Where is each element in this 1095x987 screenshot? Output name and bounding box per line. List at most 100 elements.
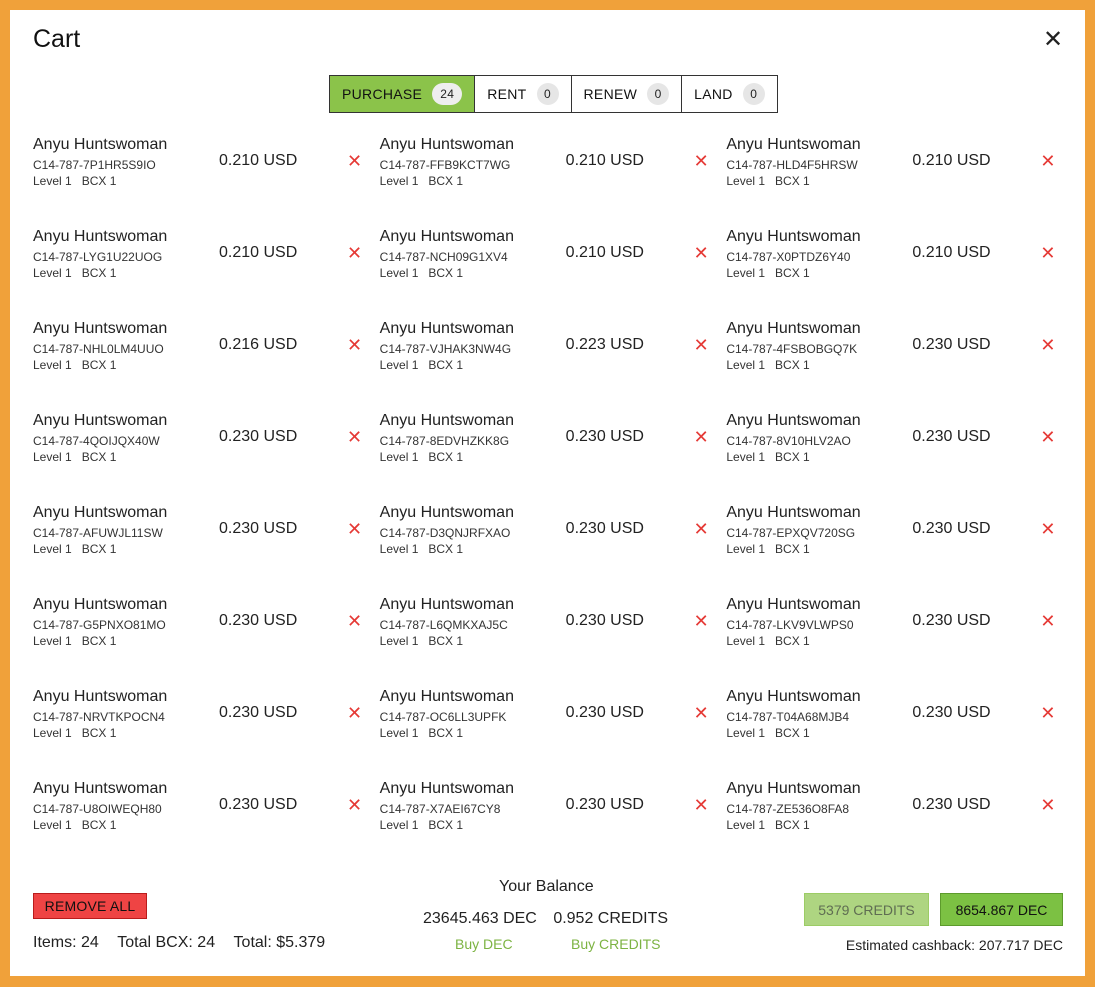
remove-item-icon[interactable]: ✕ bbox=[694, 152, 709, 170]
item-level: Level 1 bbox=[726, 174, 766, 188]
remove-item-icon[interactable]: ✕ bbox=[1040, 796, 1055, 814]
item-price: 0.230 USD bbox=[565, 428, 644, 445]
cart-row: Anyu Huntswoman C14-787-AFUWJL11SW Level 1… bbox=[33, 498, 1073, 590]
cart-item: Anyu Huntswoman C14-787-VJHAK3NW4G Level 1… bbox=[380, 314, 727, 406]
item-card-id: C14-787-T04A68MJB4 bbox=[726, 710, 850, 724]
item-price: 0.230 USD bbox=[912, 796, 991, 813]
item-meta: Level 1 BCX 1 bbox=[33, 266, 116, 280]
item-name: Anyu Huntswoman bbox=[379, 504, 514, 521]
remove-item-icon[interactable]: ✕ bbox=[694, 796, 709, 814]
item-price: 0.223 USD bbox=[565, 336, 644, 353]
item-name: Anyu Huntswoman bbox=[33, 688, 168, 705]
item-level: Level 1 bbox=[726, 634, 766, 648]
item-meta: Level 1 BCX 1 bbox=[380, 358, 463, 372]
remove-item-icon[interactable]: ✕ bbox=[1040, 612, 1055, 630]
item-bcx: BCX 1 bbox=[775, 266, 810, 280]
item-card-id: C14-787-EPXQV720SG bbox=[726, 526, 856, 540]
credits-balance: 0.952 CREDITS bbox=[553, 910, 669, 927]
remove-item-icon[interactable]: ✕ bbox=[694, 336, 709, 354]
tab-land[interactable]: LAND 0 bbox=[681, 75, 778, 113]
buy-credits-link[interactable]: Buy CREDITS bbox=[571, 936, 660, 952]
remove-item-icon[interactable]: ✕ bbox=[694, 520, 709, 538]
remove-item-icon[interactable]: ✕ bbox=[347, 244, 362, 262]
pay-with-dec-button[interactable]: 8654.867 DEC bbox=[940, 893, 1063, 926]
cart-item: Anyu Huntswoman C14-787-AFUWJL11SW Level 1… bbox=[33, 498, 380, 590]
cart-row: Anyu Huntswoman C14-787-U8OIWEQH80 Level 1… bbox=[33, 774, 1073, 866]
remove-item-icon[interactable]: ✕ bbox=[347, 520, 362, 538]
item-price: 0.230 USD bbox=[219, 796, 298, 813]
item-level: Level 1 bbox=[33, 726, 72, 740]
cart-item: Anyu Huntswoman C14-787-HLD4F5HRSW Level 1… bbox=[726, 130, 1073, 222]
item-card-id: C14-787-LKV9VLWPS0 bbox=[726, 618, 854, 632]
remove-item-icon[interactable]: ✕ bbox=[1040, 244, 1055, 262]
tab-count-badge: 0 bbox=[647, 83, 670, 105]
item-level: Level 1 bbox=[33, 634, 72, 648]
item-level: Level 1 bbox=[33, 358, 72, 372]
item-bcx: BCX 1 bbox=[428, 634, 464, 648]
remove-item-icon[interactable]: ✕ bbox=[347, 152, 362, 170]
item-bcx: BCX 1 bbox=[81, 266, 117, 280]
item-bcx: BCX 1 bbox=[775, 726, 810, 740]
item-meta: Level 1 BCX 1 bbox=[726, 174, 809, 188]
item-card-id: C14-787-8EDVHZKK8G bbox=[379, 434, 510, 448]
item-bcx: BCX 1 bbox=[428, 266, 464, 280]
item-level: Level 1 bbox=[379, 634, 419, 648]
remove-item-icon[interactable]: ✕ bbox=[694, 244, 709, 262]
item-bcx: BCX 1 bbox=[81, 634, 117, 648]
item-name: Anyu Huntswoman bbox=[726, 596, 861, 613]
tab-label: LAND bbox=[694, 86, 733, 102]
item-meta: Level 1 BCX 1 bbox=[33, 450, 116, 464]
item-bcx: BCX 1 bbox=[81, 726, 117, 740]
cart-tabs: PURCHASE 24 RENT 0 RENEW 0 LAND 0 bbox=[329, 75, 778, 113]
item-price: 0.230 USD bbox=[219, 520, 298, 537]
item-level: Level 1 bbox=[379, 818, 419, 832]
remove-item-icon[interactable]: ✕ bbox=[694, 704, 709, 722]
cart-summary: Items: 24 Total BCX: 24 Total: $5.379 bbox=[33, 934, 325, 952]
item-meta: Level 1 BCX 1 bbox=[726, 450, 809, 464]
buy-dec-link[interactable]: Buy DEC bbox=[455, 936, 513, 952]
remove-item-icon[interactable]: ✕ bbox=[347, 704, 362, 722]
item-price: 0.230 USD bbox=[219, 612, 298, 629]
tab-renew[interactable]: RENEW 0 bbox=[570, 75, 683, 113]
cart-item: Anyu Huntswoman C14-787-4QOIJQX40W Level 1… bbox=[33, 406, 380, 498]
item-card-id: C14-787-HLD4F5HRSW bbox=[726, 158, 858, 172]
item-bcx: BCX 1 bbox=[428, 726, 464, 740]
dec-balance: 23645.463 DEC bbox=[423, 910, 537, 927]
remove-item-icon[interactable]: ✕ bbox=[1040, 704, 1055, 722]
item-bcx: BCX 1 bbox=[428, 542, 464, 556]
item-bcx: BCX 1 bbox=[428, 358, 464, 372]
cart-item: Anyu Huntswoman C14-787-D3QNJRFXAO Level 1… bbox=[380, 498, 727, 590]
item-card-id: C14-787-8V10HLV2AO bbox=[726, 434, 851, 448]
remove-item-icon[interactable]: ✕ bbox=[694, 428, 709, 446]
pay-with-credits-button[interactable]: 5379 CREDITS bbox=[804, 893, 929, 926]
close-icon[interactable]: ✕ bbox=[1041, 28, 1065, 52]
cart-row: Anyu Huntswoman C14-787-7P1HR5S9IO Level 1… bbox=[33, 130, 1073, 222]
item-bcx: BCX 1 bbox=[81, 542, 117, 556]
item-meta: Level 1 BCX 1 bbox=[380, 818, 463, 832]
item-card-id: C14-787-D3QNJRFXAO bbox=[379, 526, 511, 540]
cart-row: Anyu Huntswoman C14-787-G5PNXO81MO Level 1… bbox=[33, 590, 1073, 682]
item-meta: Level 1 BCX 1 bbox=[726, 266, 809, 280]
remove-item-icon[interactable]: ✕ bbox=[347, 428, 362, 446]
remove-all-button[interactable]: REMOVE ALL bbox=[33, 893, 147, 919]
remove-item-icon[interactable]: ✕ bbox=[347, 612, 362, 630]
remove-item-icon[interactable]: ✕ bbox=[694, 612, 709, 630]
remove-item-icon[interactable]: ✕ bbox=[1040, 428, 1055, 446]
item-price: 0.210 USD bbox=[219, 152, 298, 169]
cart-row: Anyu Huntswoman C14-787-4QOIJQX40W Level 1… bbox=[33, 406, 1073, 498]
remove-item-icon[interactable]: ✕ bbox=[1040, 336, 1055, 354]
item-price: 0.230 USD bbox=[565, 704, 644, 721]
cart-item: Anyu Huntswoman C14-787-EPXQV720SG Level 1… bbox=[726, 498, 1073, 590]
tab-rent[interactable]: RENT 0 bbox=[474, 75, 572, 113]
item-level: Level 1 bbox=[33, 174, 72, 188]
remove-item-icon[interactable]: ✕ bbox=[1040, 152, 1055, 170]
item-card-id: C14-787-AFUWJL11SW bbox=[33, 526, 163, 540]
item-bcx: BCX 1 bbox=[775, 634, 810, 648]
remove-item-icon[interactable]: ✕ bbox=[1040, 520, 1055, 538]
cart-item-grid: Anyu Huntswoman C14-787-7P1HR5S9IO Level 1… bbox=[33, 130, 1073, 866]
tab-purchase[interactable]: PURCHASE 24 bbox=[329, 75, 476, 113]
remove-item-icon[interactable]: ✕ bbox=[347, 796, 362, 814]
cart-item: Anyu Huntswoman C14-787-LYG1U22UOG Level 1… bbox=[33, 222, 380, 314]
item-name: Anyu Huntswoman bbox=[379, 596, 514, 613]
remove-item-icon[interactable]: ✕ bbox=[347, 336, 362, 354]
